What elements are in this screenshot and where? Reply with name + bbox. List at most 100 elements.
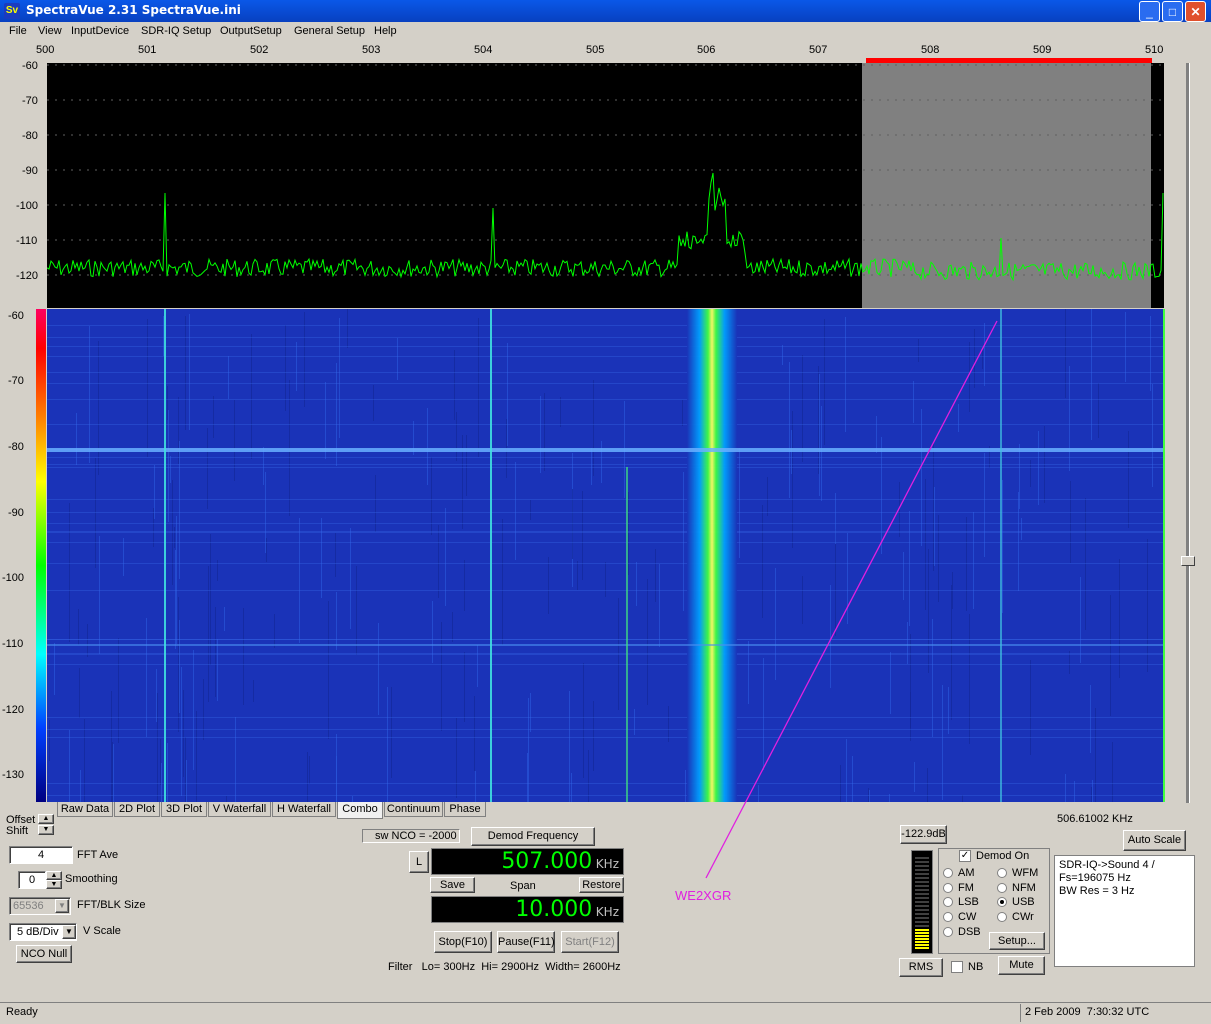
tab-3d-plot[interactable]: 3D Plot bbox=[161, 802, 207, 817]
smoothing-input[interactable]: 0 bbox=[18, 871, 46, 889]
radio-nfm[interactable] bbox=[997, 883, 1007, 893]
noise-streak bbox=[111, 691, 112, 802]
spur-line bbox=[164, 309, 166, 802]
tab-phase[interactable]: Phase bbox=[444, 802, 486, 817]
menu-help[interactable]: Help bbox=[374, 25, 397, 37]
noise-streak bbox=[515, 462, 516, 560]
noise-streak bbox=[847, 533, 848, 624]
noise-streak bbox=[167, 743, 168, 802]
vertical-slider[interactable] bbox=[1181, 63, 1195, 803]
noise-line-horizontal bbox=[47, 448, 1164, 452]
noise-row bbox=[47, 457, 1164, 458]
waterfall-plot[interactable] bbox=[47, 309, 1164, 802]
noise-streak bbox=[948, 687, 949, 734]
noise-line-horizontal bbox=[47, 644, 1164, 646]
menu-sdr-iq-setup[interactable]: SDR-IQ Setup bbox=[141, 25, 211, 37]
noise-streak bbox=[647, 579, 648, 705]
radio-am[interactable] bbox=[943, 868, 953, 878]
smoothing-up-button[interactable]: ▲ bbox=[46, 871, 62, 880]
noise-streak bbox=[934, 487, 935, 566]
tab-raw-data[interactable]: Raw Data bbox=[57, 802, 113, 817]
noise-streak bbox=[54, 643, 55, 695]
mute-button[interactable]: Mute bbox=[998, 956, 1045, 975]
menu-file[interactable]: File bbox=[9, 25, 27, 37]
demod-frequency-button[interactable]: Demod Frequency bbox=[471, 827, 595, 846]
restore-button[interactable]: Restore bbox=[579, 877, 624, 893]
noise-streak bbox=[207, 428, 208, 509]
stop-button[interactable]: Stop(F10) bbox=[434, 931, 492, 953]
noise-streak bbox=[304, 312, 305, 407]
noise-streak bbox=[927, 768, 928, 802]
level-readout-button[interactable]: -122.9dB bbox=[900, 825, 947, 844]
noise-streak bbox=[185, 737, 186, 802]
label-cw: CW bbox=[958, 911, 976, 923]
noise-streak bbox=[583, 663, 584, 778]
l-button[interactable]: L bbox=[409, 851, 429, 873]
tab-h-waterfall[interactable]: H Waterfall bbox=[272, 802, 336, 817]
rms-button[interactable]: RMS bbox=[899, 958, 943, 977]
noise-row bbox=[47, 531, 1164, 532]
noise-row bbox=[47, 737, 1164, 738]
center-frequency-display[interactable]: 507.000 KHz bbox=[431, 848, 624, 875]
menu-outputsetup[interactable]: OutputSetup bbox=[220, 25, 282, 37]
spur-line bbox=[1000, 309, 1002, 802]
fft-ave-input[interactable]: 4 bbox=[9, 846, 73, 864]
radio-usb[interactable] bbox=[997, 897, 1007, 907]
demod-on-checkbox[interactable]: ✓ bbox=[959, 850, 971, 862]
offset-up-button[interactable]: ▲ bbox=[38, 814, 54, 824]
noise-streak bbox=[452, 612, 453, 642]
noise-streak bbox=[203, 679, 204, 740]
menu-bar: File View InputDevice SDR-IQ Setup Outpu… bbox=[0, 22, 1211, 42]
radio-cwr[interactable] bbox=[997, 912, 1007, 922]
radio-wfm[interactable] bbox=[997, 868, 1007, 878]
radio-dsb[interactable] bbox=[943, 927, 953, 937]
close-button[interactable]: ✕ bbox=[1185, 1, 1206, 22]
tab-continuum[interactable]: Continuum bbox=[384, 802, 443, 817]
freq-tick: 509 bbox=[1033, 44, 1051, 56]
tab-2d-plot[interactable]: 2D Plot bbox=[114, 802, 160, 817]
radio-fm[interactable] bbox=[943, 883, 953, 893]
noise-streak bbox=[474, 696, 475, 771]
noise-streak bbox=[819, 374, 820, 496]
nb-checkbox[interactable] bbox=[951, 961, 963, 973]
smoothing-down-button[interactable]: ▼ bbox=[46, 880, 62, 889]
noise-streak bbox=[775, 568, 776, 680]
demod-on-label: Demod On bbox=[976, 850, 1029, 862]
noise-streak bbox=[464, 560, 465, 611]
menu-general-setup[interactable]: General Setup bbox=[294, 25, 365, 37]
offset-down-button[interactable]: ▼ bbox=[38, 825, 54, 835]
slider-track bbox=[1186, 63, 1190, 803]
pause-button[interactable]: Pause(F11) bbox=[497, 931, 555, 953]
waterfall-svg bbox=[47, 309, 1164, 802]
save-button[interactable]: Save bbox=[430, 877, 475, 893]
status-text: Ready bbox=[6, 1006, 38, 1018]
tab-v-waterfall[interactable]: V Waterfall bbox=[208, 802, 271, 817]
noise-row bbox=[47, 325, 1164, 326]
start-button[interactable]: Start(F12) bbox=[561, 931, 619, 953]
noise-streak bbox=[307, 752, 308, 802]
spectrum-plot[interactable] bbox=[47, 63, 1164, 308]
menu-inputdevice[interactable]: InputDevice bbox=[71, 25, 129, 37]
auto-scale-button[interactable]: Auto Scale bbox=[1123, 830, 1186, 851]
spectrum-db-label: -120 bbox=[16, 270, 38, 282]
noise-streak bbox=[548, 557, 549, 614]
noise-streak bbox=[601, 441, 602, 483]
tab-combo[interactable]: Combo bbox=[337, 802, 383, 819]
waterfall-edge bbox=[1163, 309, 1165, 802]
setup-button[interactable]: Setup... bbox=[989, 932, 1045, 950]
maximize-button[interactable]: □ bbox=[1162, 1, 1183, 22]
noise-streak bbox=[758, 785, 759, 802]
noise-streak bbox=[154, 465, 155, 519]
freq-tick: 504 bbox=[474, 44, 492, 56]
span-display[interactable]: 10.000 KHz bbox=[431, 896, 624, 923]
minimize-button[interactable]: _ bbox=[1139, 1, 1160, 22]
nco-null-button[interactable]: NCO Null bbox=[16, 945, 72, 963]
noise-streak bbox=[973, 512, 974, 609]
waterfall-db-label: -100 bbox=[2, 572, 24, 584]
menu-view[interactable]: View bbox=[38, 25, 62, 37]
radio-cw[interactable] bbox=[943, 912, 953, 922]
noise-streak bbox=[157, 693, 158, 802]
radio-lsb[interactable] bbox=[943, 897, 953, 907]
slider-thumb[interactable] bbox=[1181, 556, 1195, 566]
noise-streak bbox=[1065, 309, 1066, 398]
